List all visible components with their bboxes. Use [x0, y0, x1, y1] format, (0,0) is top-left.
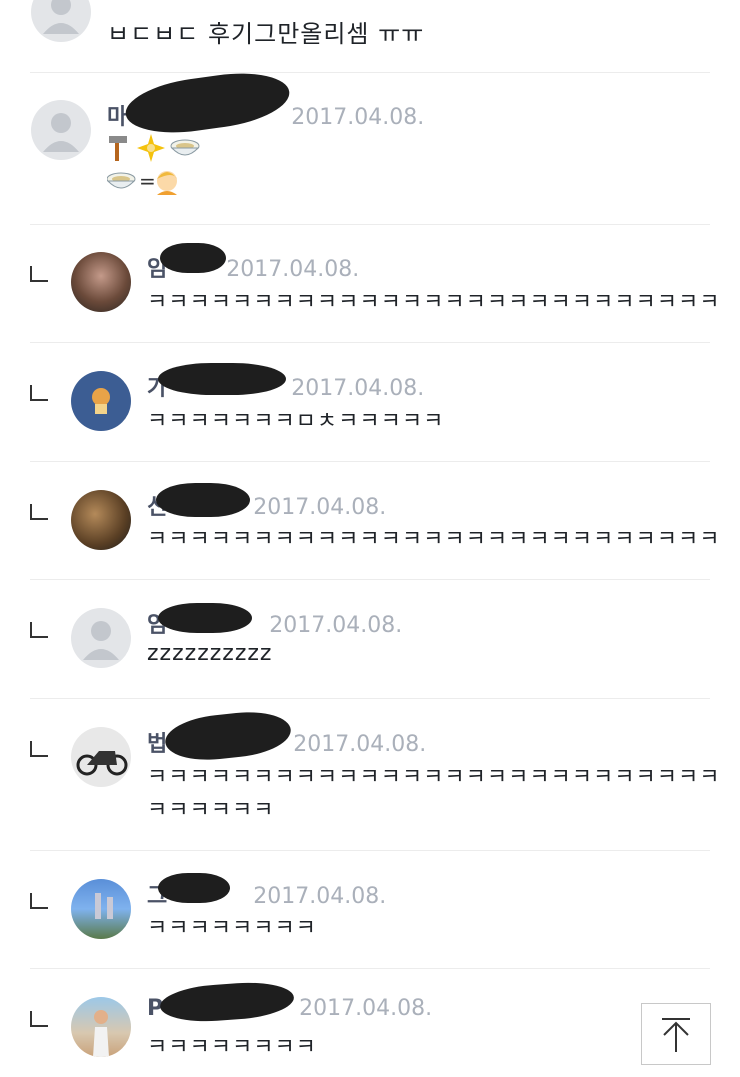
avatar-default[interactable] [71, 608, 131, 668]
comment-date: 2017.04.08. [293, 732, 427, 757]
divider [30, 224, 710, 225]
avatar-photo[interactable] [71, 997, 131, 1057]
avatar-default[interactable] [31, 100, 91, 160]
emoji-line-1 [107, 133, 207, 163]
hammer-emoji [109, 136, 127, 161]
comment-text: ㅋㅋㅋㅋㅋㅋㅋㅋ [147, 916, 317, 941]
comment-date: 2017.04.08. [291, 105, 425, 130]
redaction-mark [158, 873, 230, 903]
divider [30, 72, 710, 73]
comment-text: ㅂㄷㅂㄷ 후기그만올리셈 ㅠㅠ [107, 20, 425, 48]
redaction-mark [160, 243, 226, 273]
divider [30, 579, 710, 580]
comment-author[interactable]: 법 [147, 732, 167, 757]
comment-text: ㅋㅋㅋㅋㅋㅋㅋㅋㅋㅋㅋㅋㅋㅋㅋㅋㅋㅋㅋㅋㅋㅋㅋㅋㅋㅋㅋ [147, 765, 721, 790]
avatar-photo[interactable] [71, 879, 131, 939]
divider [30, 342, 710, 343]
divider [30, 461, 710, 462]
sparkle-emoji [137, 134, 165, 162]
avatar-photo[interactable] [71, 490, 131, 550]
comment-text: ㅋㅋㅋㅋㅋㅋㅋㅋ [147, 1035, 317, 1060]
reply-indicator-icon [30, 741, 48, 757]
scroll-to-top-button[interactable] [641, 1003, 711, 1065]
avatar-photo[interactable] [71, 252, 131, 312]
face-emoji [157, 171, 177, 195]
comment-date: 2017.04.08. [226, 257, 360, 282]
arrow-up-to-top-icon [662, 1018, 690, 1052]
comment-date: 2017.04.08. [291, 376, 425, 401]
comment-author[interactable]: 마 [107, 105, 127, 130]
reply-indicator-icon [30, 622, 48, 638]
reply-indicator-icon [30, 504, 48, 520]
redaction-mark [156, 483, 250, 517]
redaction-mark [158, 363, 286, 395]
comment-text: ㅋㅋㅋㅋㅋㅋㅋㅁㅊㅋㅋㅋㅋㅋ [147, 409, 445, 434]
avatar-motorcycle[interactable] [71, 727, 131, 787]
comment-date: 2017.04.08. [253, 884, 387, 909]
emoji-line-2: = [106, 166, 187, 196]
comment-date: 2017.04.08. [253, 495, 387, 520]
reply-indicator-icon [30, 893, 48, 909]
divider [30, 698, 710, 699]
bowl-emoji [106, 172, 136, 189]
comment-text-continued: ㅋㅋㅋㅋㅋㅋ [147, 798, 275, 823]
comment-text: ㅋㅋㅋㅋㅋㅋㅋㅋㅋㅋㅋㅋㅋㅋㅋㅋㅋㅋㅋㅋㅋㅋㅋㅋㅋㅋㅋ [147, 290, 721, 315]
divider [30, 850, 710, 851]
bowl-emoji [170, 139, 200, 156]
divider [30, 968, 710, 969]
comment-text: ㅋㅋㅋㅋㅋㅋㅋㅋㅋㅋㅋㅋㅋㅋㅋㅋㅋㅋㅋㅋㅋㅋㅋㅋㅋㅋㅋ [147, 527, 721, 552]
equals-sign: = [139, 169, 156, 193]
reply-indicator-icon [30, 266, 48, 282]
avatar-default[interactable] [31, 0, 91, 42]
reply-indicator-icon [30, 385, 48, 401]
comment-date: 2017.04.08. [269, 613, 403, 638]
comment-date: 2017.04.08. [299, 996, 433, 1021]
comment-text: zzzzzzzzzz [147, 641, 273, 666]
redaction-mark [158, 603, 252, 633]
reply-indicator-icon [30, 1011, 48, 1027]
avatar-character[interactable] [71, 371, 131, 431]
